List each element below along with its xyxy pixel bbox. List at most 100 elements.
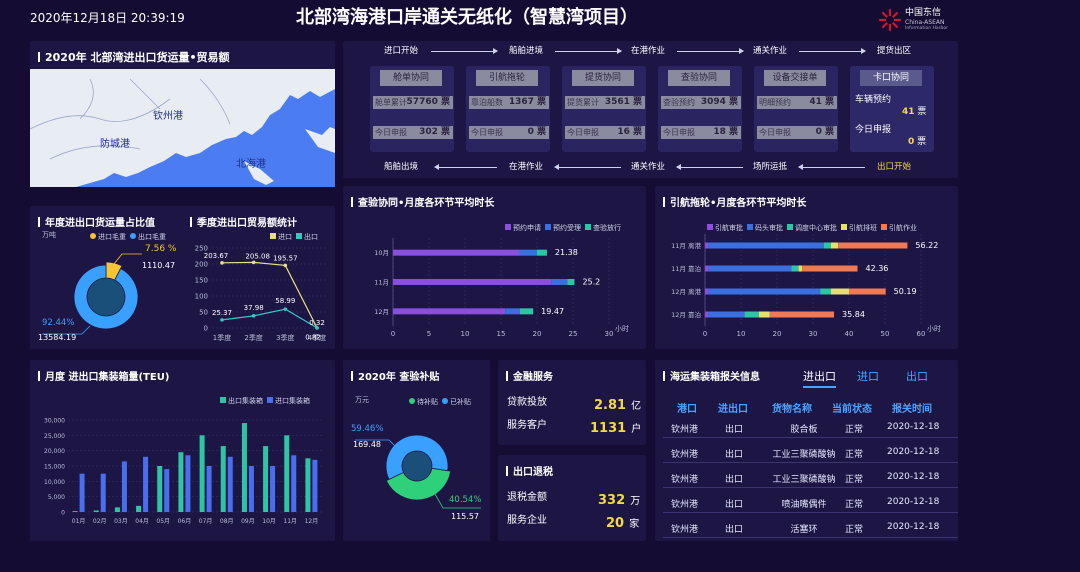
quarter-line-chart[interactable]: 0501001502002501季度 2季度 3季度 4季度203.67 205.08 1… — [182, 242, 332, 348]
inspect-unit: 小时 — [615, 325, 629, 333]
x-tick-label: 15 — [497, 330, 506, 338]
table-row[interactable]: 钦州港 出口 工业三聚磷酸钠 正常 2020-12-18 — [663, 465, 958, 488]
bar-segment — [759, 311, 770, 318]
pilot-bar-chart[interactable]: 0 10 20 30 40 50 60 11月 离港 56.22 11月 靠泊 42.36 12月 离… — [655, 234, 958, 346]
flow-bottom-3: 场所运抵 — [753, 162, 788, 172]
pilot-legend: 引航审批 码头审批 调度中心审批 引航排班 引航作业 — [703, 223, 917, 233]
y-tick-label: 12月 — [374, 308, 389, 316]
bar-segment — [708, 242, 824, 249]
flow-top-3: 通关作业 — [753, 46, 788, 56]
x-tick-label: 20 — [773, 330, 782, 338]
x-tick-label: 20 — [533, 330, 542, 338]
inspect-legend: 预约申请 预约受理 查验放行 — [501, 223, 621, 233]
data-label: 42.36 — [865, 264, 888, 273]
bar — [270, 466, 276, 512]
y-tick-label: 20,000 — [44, 448, 65, 455]
finance-value: 2.81 亿 — [594, 398, 642, 413]
data-label: 35.84 — [842, 310, 865, 319]
col-port: 港口 — [677, 404, 697, 415]
bar — [185, 455, 191, 512]
tab-import[interactable]: 进口 — [857, 368, 879, 384]
x-tick-label: 1季度 — [213, 333, 231, 342]
y-tick-label: 12月 靠泊 — [671, 310, 701, 319]
data-point — [220, 261, 224, 265]
flow-arrow — [677, 48, 744, 54]
bar-segment — [537, 249, 547, 256]
x-tick-label: 08月 — [220, 518, 234, 525]
tax-label: 退税金额 — [507, 492, 547, 503]
bar-segment — [798, 265, 803, 272]
ratio-legend: 进口毛重 出口毛重 — [86, 232, 166, 242]
flow-card[interactable]: 提货协同 提货累计 3561 票 今日申报 16 票 — [562, 66, 646, 152]
x-tick-label: 3季度 — [276, 333, 294, 342]
flow-card[interactable]: 引航拖轮 靠泊船数 1367 票 今日申报 0 票 — [466, 66, 550, 152]
data-label: 0.82 — [305, 334, 321, 342]
tax-value: 332 万 — [598, 493, 641, 508]
tab-import-export[interactable]: 进出口 — [803, 368, 836, 388]
table-row[interactable]: 钦州港 出口 工业三聚磷酸钠 正常 2020-12-18 — [663, 440, 958, 463]
col-direction: 进出口 — [718, 404, 748, 415]
x-tick-label: 04月 — [135, 518, 149, 525]
tax-value: 20 家 — [606, 516, 640, 531]
subsidy-pct-pending: 40.54% — [449, 495, 482, 505]
card-row: 查验预约 3094 票 — [661, 96, 741, 109]
table-row[interactable]: 钦州港 出口 活塞环 正常 2020-12-18 — [663, 515, 958, 538]
card-row: 舱单累计 57760 票 — [373, 96, 453, 109]
bar-segment — [831, 288, 849, 295]
flow-top-4: 提货出区 — [877, 46, 912, 56]
finance-label: 贷款投放 — [507, 397, 547, 408]
x-tick-label: 10 — [737, 330, 746, 338]
card-row-label: 车辆预约 — [855, 95, 892, 105]
data-label: 0.32 — [309, 319, 325, 327]
x-tick-label: 30 — [605, 330, 614, 338]
flow-arrow — [431, 48, 498, 54]
teu-title: 月度 进出口集装箱量(TEU) — [38, 368, 169, 383]
port-map[interactable]: 钦州港 防城港 北海港 — [30, 69, 335, 187]
flow-card[interactable]: 舱单协同 舱单累计 57760 票 今日申报 302 票 — [370, 66, 454, 152]
customs-title: 海运集装箱报关信息 — [663, 368, 760, 383]
bar-segment — [708, 311, 745, 318]
logo-sub: Information Harbor — [905, 26, 948, 31]
ratio-unit: 万吨 — [42, 231, 56, 239]
finance-value: 1131 户 — [590, 421, 642, 436]
bar — [291, 455, 297, 512]
x-tick-label: 05月 — [156, 518, 170, 525]
y-tick-label: 11月 — [374, 279, 389, 287]
tax-title: 出口退税 — [506, 463, 553, 478]
bar — [220, 446, 226, 512]
x-tick-label: 10月 — [262, 518, 276, 525]
bar — [206, 466, 212, 512]
flow-card-gate[interactable]: 卡口协同 车辆预约 41 票 今日申报 0 票 — [850, 66, 934, 152]
subsidy-val-pending: 115.57 — [451, 512, 479, 521]
inspect-bar-chart[interactable]: 0 5 10 15 20 25 30 10月 21.38 11月 25.2 12月 19.47 — [343, 234, 646, 346]
flow-card[interactable]: 查验协同 查验预约 3094 票 今日申报 18 票 — [658, 66, 742, 152]
card-title: 设备交接单 — [764, 70, 826, 86]
x-tick-label: 01月 — [72, 518, 86, 525]
card-row: 今日申报 302 票 — [373, 126, 453, 139]
flow-arrow — [554, 164, 621, 170]
subsidy-legend: 待补贴 已补贴 — [405, 397, 471, 407]
y-tick-label: 100 — [195, 293, 208, 301]
table-row[interactable]: 钦州港 出口 喷油嘴偶件 正常 2020-12-18 — [663, 490, 958, 513]
card-title: 引航拖轮 — [476, 70, 538, 86]
bar — [284, 435, 290, 512]
ratio-val-export: 13584.19 — [38, 333, 77, 342]
data-label: 195.57 — [273, 254, 298, 262]
data-point — [283, 307, 288, 311]
flow-card[interactable]: 设备交接单 明细预约 41 票 今日申报 0 票 — [754, 66, 838, 152]
x-tick-label: 09月 — [241, 518, 255, 525]
card-title: 查验协同 — [668, 70, 730, 86]
bar-segment — [519, 308, 534, 315]
y-tick-label: 15,000 — [44, 464, 65, 471]
inspect-panel: 查验协同•月度各环节平均时长 预约申请 预约受理 查验放行 0 5 10 15 20 25 30… — [343, 186, 646, 349]
bar — [164, 469, 170, 512]
y-tick-label: 0 — [204, 325, 208, 333]
data-label: 21.38 — [555, 248, 578, 257]
table-row[interactable]: 钦州港 出口 胶合板 正常 2020-12-18 — [663, 415, 958, 438]
teu-bar-chart[interactable]: 0 5,000 10,000 15,000 20,000 25,000 30,000 01月 0… — [30, 412, 335, 540]
card-title: 舱单协同 — [380, 70, 442, 86]
x-tick-label: 03月 — [114, 518, 128, 525]
flow-arrow — [555, 48, 622, 54]
tab-export[interactable]: 出口 — [906, 368, 928, 384]
logo-cn: 中国东信 — [905, 8, 942, 18]
